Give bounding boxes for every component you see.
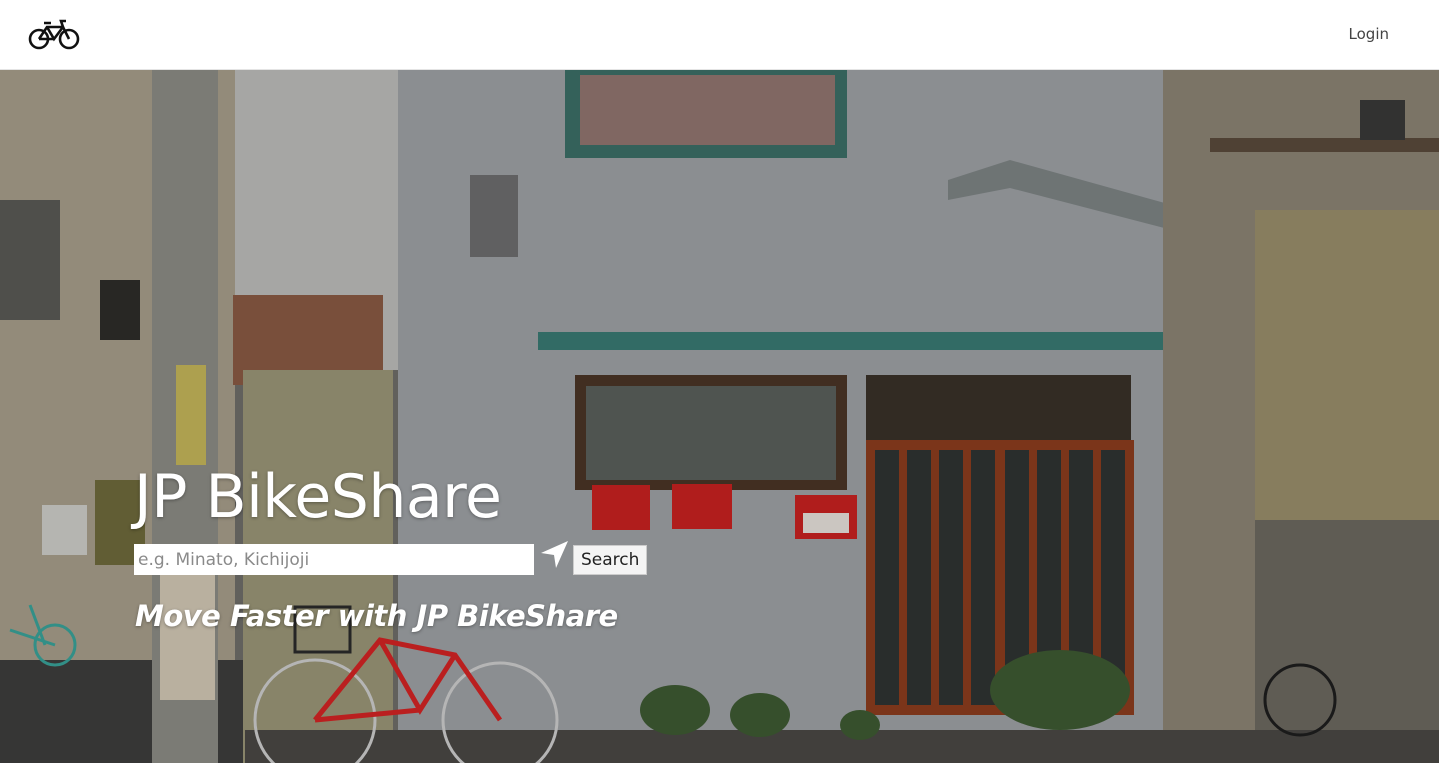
hero-background-photo — [0, 70, 1439, 763]
login-link[interactable]: Login — [1349, 25, 1389, 43]
bicycle-icon[interactable] — [28, 17, 80, 51]
top-navbar: Login — [0, 0, 1439, 70]
location-arrow-icon[interactable] — [538, 538, 572, 572]
hero-section: JP BikeShare Search Move Faster with JP … — [0, 70, 1439, 763]
search-input[interactable] — [134, 544, 534, 575]
search-button[interactable]: Search — [573, 545, 648, 575]
hero-title: JP BikeShare — [134, 462, 502, 532]
hero-tagline: Move Faster with JP BikeShare — [135, 599, 618, 633]
